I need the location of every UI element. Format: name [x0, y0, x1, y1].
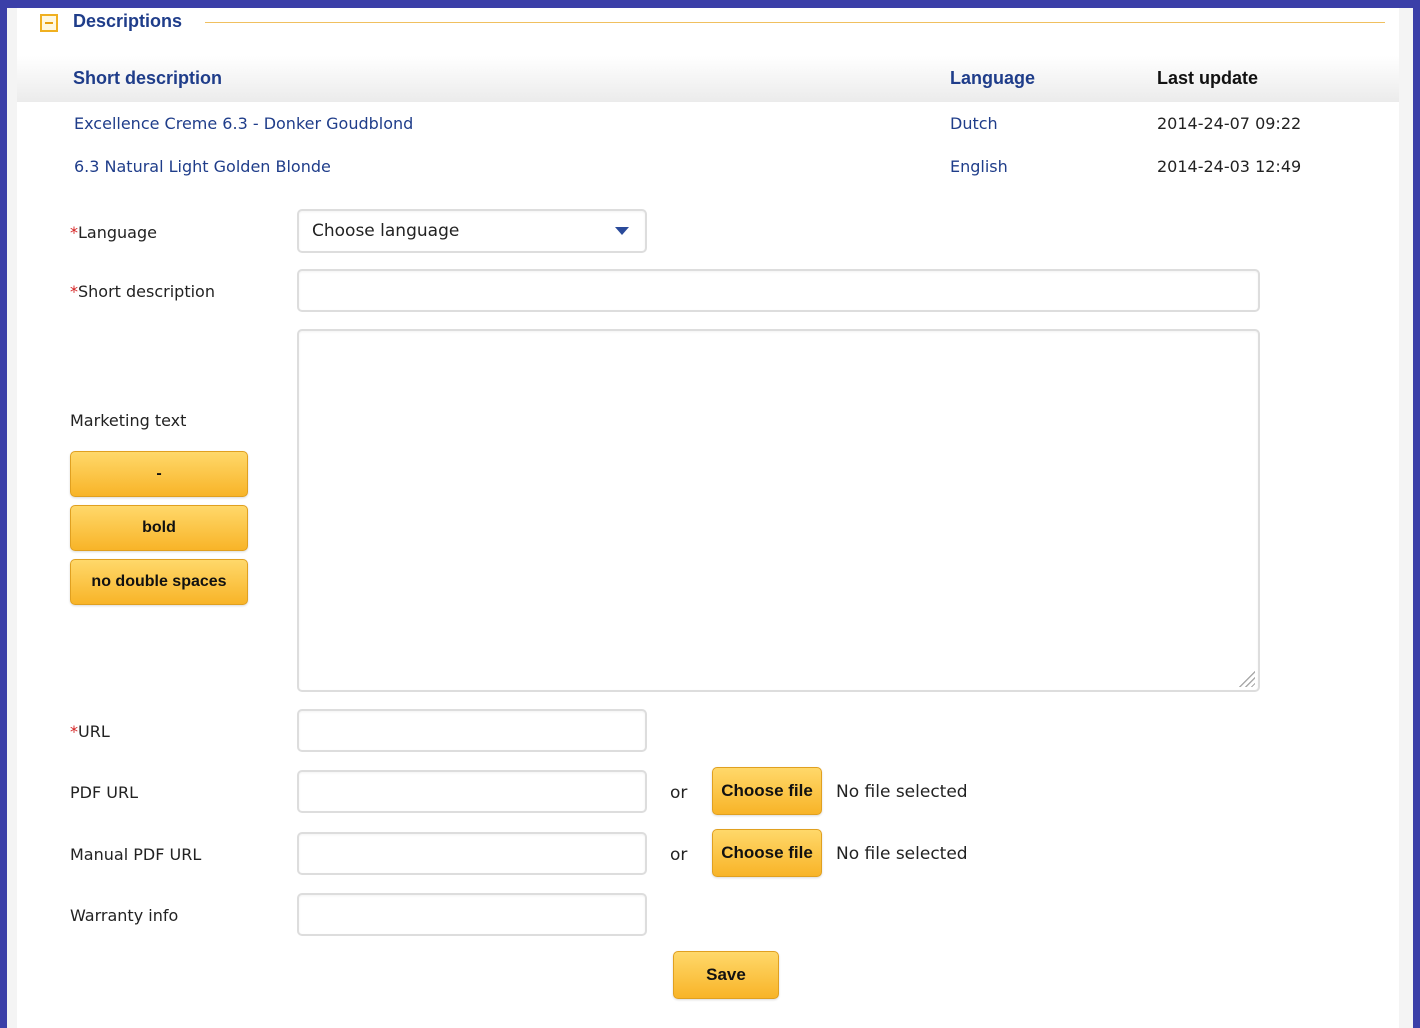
marketing-text-label: Marketing text	[70, 411, 187, 430]
required-marker: *	[70, 282, 78, 301]
manual-pdf-url-input[interactable]	[297, 832, 647, 875]
page: Descriptions Short description Language …	[7, 8, 1413, 1028]
pdf-url-input[interactable]	[297, 770, 647, 813]
row-last-update: 2014-24-03 12:49	[1157, 157, 1302, 176]
caret-down-icon	[615, 227, 629, 235]
manual-pdf-no-file-text: No file selected	[836, 844, 968, 864]
save-button[interactable]: Save	[673, 951, 779, 999]
no-double-spaces-button[interactable]: no double spaces	[70, 559, 248, 605]
short-description-label: *Short description	[70, 282, 215, 301]
pdf-url-or-text: or	[670, 783, 688, 803]
section-divider	[205, 22, 1385, 23]
descriptions-panel: Descriptions Short description Language …	[17, 8, 1399, 1028]
manual-pdf-url-label: Manual PDF URL	[70, 845, 202, 864]
pdf-choose-file-button[interactable]: Choose file	[712, 767, 822, 815]
language-label: *Language	[70, 223, 157, 242]
language-select-value: Choose language	[312, 221, 460, 241]
warranty-info-input[interactable]	[297, 893, 647, 936]
manual-pdf-choose-file-button[interactable]: Choose file	[712, 829, 822, 877]
url-label: *URL	[70, 722, 110, 741]
pdf-no-file-text: No file selected	[836, 782, 968, 802]
row-last-update: 2014-24-07 09:22	[1157, 114, 1302, 133]
row-short-description-link[interactable]: Excellence Creme 6.3 - Donker Goudblond	[74, 114, 413, 133]
resize-grip-icon[interactable]	[1239, 671, 1255, 687]
manual-pdf-or-text: or	[670, 845, 688, 865]
column-header-short-description[interactable]: Short description	[73, 68, 222, 89]
column-header-language[interactable]: Language	[950, 68, 1035, 89]
section-title: Descriptions	[73, 11, 183, 31]
marketing-text-textarea[interactable]	[297, 329, 1260, 692]
warranty-info-label: Warranty info	[70, 906, 179, 925]
bold-button[interactable]: bold	[70, 505, 248, 551]
insert-dash-button[interactable]: -	[70, 451, 248, 497]
row-short-description-link[interactable]: 6.3 Natural Light Golden Blonde	[74, 157, 331, 176]
language-select[interactable]: Choose language	[297, 209, 647, 253]
row-language-link[interactable]: Dutch	[950, 114, 998, 133]
pdf-url-label: PDF URL	[70, 783, 138, 802]
row-language-link[interactable]: English	[950, 157, 1008, 176]
short-description-input[interactable]	[297, 269, 1260, 312]
url-input[interactable]	[297, 709, 647, 752]
required-marker: *	[70, 722, 78, 741]
collapse-minus-icon[interactable]	[40, 14, 58, 32]
required-marker: *	[70, 223, 78, 242]
column-header-last-update: Last update	[1157, 68, 1259, 88]
